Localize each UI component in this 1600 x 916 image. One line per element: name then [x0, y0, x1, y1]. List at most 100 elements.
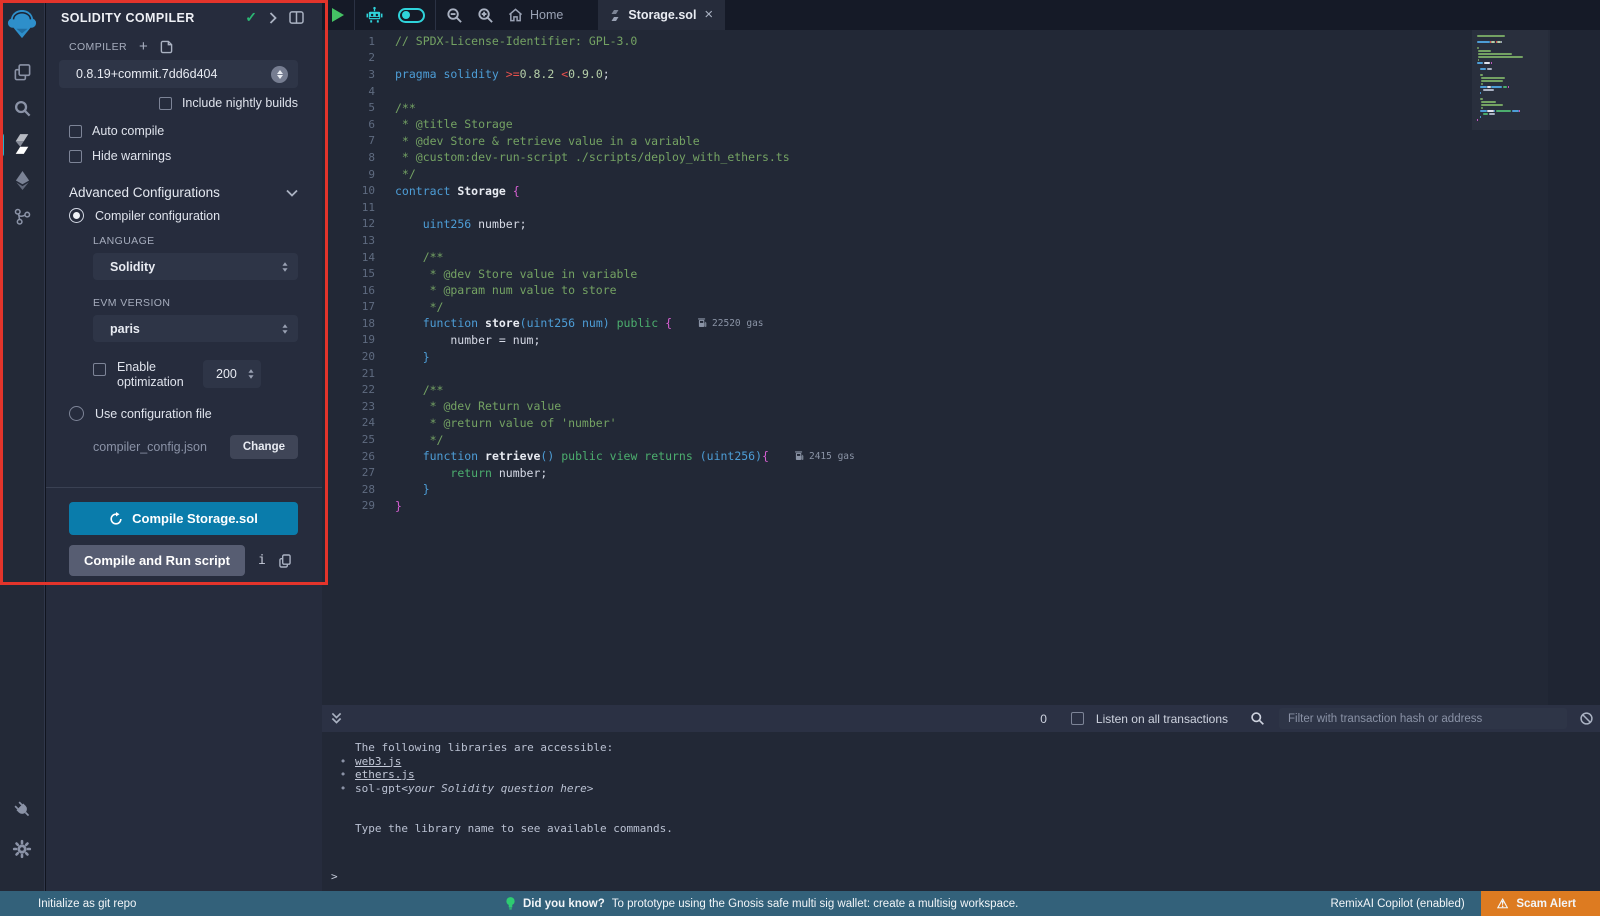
line-number: 9 — [322, 168, 375, 181]
number-stepper-icon[interactable] — [248, 369, 254, 379]
solidity-compiler-icon[interactable] — [0, 126, 45, 162]
git-init-button[interactable]: Initialize as git repo — [38, 898, 136, 910]
status-bar: Initialize as git repo Did you know? To … — [0, 891, 1600, 916]
panel-title: SOLIDITY COMPILER — [61, 11, 245, 25]
library-link[interactable]: ethers.js — [355, 768, 415, 782]
line-number: 27 — [322, 466, 375, 479]
code-line: 28 } — [322, 481, 1477, 498]
line-number: 15 — [322, 267, 375, 280]
remix-logo[interactable] — [0, 2, 45, 46]
clear-console-icon[interactable] — [1579, 711, 1594, 726]
line-number: 10 — [322, 184, 375, 197]
scam-alert-badge[interactable]: ⚠ Scam Alert — [1481, 891, 1600, 916]
select-arrows-icon — [282, 262, 288, 272]
code-line: 22 /** — [322, 381, 1477, 398]
compiler-version-select[interactable]: 0.8.19+commit.7dd6d404 — [59, 60, 298, 88]
pin-panel-icon[interactable] — [289, 11, 304, 24]
line-number: 20 — [322, 350, 375, 363]
select-arrows-icon — [282, 324, 288, 334]
code-line: 12 uint256 number; — [322, 216, 1477, 233]
add-compiler-icon[interactable]: + — [139, 42, 148, 52]
include-nightly-checkbox[interactable] — [159, 97, 172, 110]
listen-transactions-label: Listen on all transactions — [1096, 712, 1228, 726]
copilot-robot-icon[interactable] — [365, 6, 384, 25]
line-number: 7 — [322, 134, 375, 147]
optimization-runs-input[interactable]: 200 — [203, 360, 261, 388]
tab-storage-sol[interactable]: Storage.sol × — [598, 0, 725, 30]
change-config-button[interactable]: Change — [230, 435, 298, 459]
close-tab-icon[interactable]: × — [704, 9, 713, 21]
compiler-configuration-label: Compiler configuration — [95, 209, 220, 223]
run-script-play-button[interactable] — [332, 8, 344, 22]
home-tab[interactable]: Home — [508, 8, 563, 22]
compile-and-run-button[interactable]: Compile and Run script — [69, 545, 245, 576]
home-icon — [508, 8, 523, 22]
copy-icon[interactable] — [279, 554, 291, 568]
editor-area: Home Storage.sol × 1// SPDX-License-Iden… — [322, 0, 1600, 705]
minimap[interactable] — [1477, 35, 1545, 122]
copilot-status[interactable]: RemixAI Copilot (enabled) — [1330, 898, 1464, 910]
code-line: 15 * @dev Store value in variable — [322, 265, 1477, 282]
search-icon[interactable] — [0, 90, 45, 126]
code-line: 21 — [322, 365, 1477, 382]
git-icon[interactable] — [0, 198, 45, 234]
line-number: 26 — [322, 450, 375, 463]
zoom-in-icon[interactable] — [477, 7, 494, 24]
gas-estimate: 2415 gas — [795, 451, 855, 462]
auto-compile-checkbox[interactable] — [69, 125, 82, 138]
line-number: 21 — [322, 367, 375, 380]
info-icon[interactable]: i — [258, 553, 266, 568]
code-line: 23 * @dev Return value — [322, 398, 1477, 415]
language-select[interactable]: Solidity — [93, 253, 298, 280]
enable-optimization-label: Enable optimization — [117, 360, 203, 390]
library-link[interactable]: web3.js — [355, 755, 401, 769]
line-number: 23 — [322, 400, 375, 413]
recompile-icon — [109, 512, 123, 526]
code-editor[interactable]: 1// SPDX-License-Identifier: GPL-3.023pr… — [322, 30, 1600, 705]
include-nightly-label: Include nightly builds — [182, 96, 298, 110]
evm-version-select[interactable]: paris — [93, 315, 298, 342]
line-number: 14 — [322, 251, 375, 264]
terminal-prompt[interactable]: > — [331, 870, 338, 883]
file-explorer-icon[interactable] — [0, 54, 45, 90]
settings-gear-icon[interactable] — [0, 831, 45, 867]
zoom-out-icon[interactable] — [446, 7, 463, 24]
hide-warnings-label: Hide warnings — [92, 149, 171, 163]
deploy-run-icon[interactable] — [0, 162, 45, 198]
compiler-configuration-radio[interactable] — [69, 208, 84, 223]
code-line: 18 function store(uint256 num) public {2… — [322, 315, 1477, 332]
line-number: 12 — [322, 217, 375, 230]
code-line: 10contract Storage { — [322, 182, 1477, 199]
open-file-icon[interactable] — [160, 40, 173, 54]
terminal-text: The following libraries are accessible: — [331, 741, 1600, 755]
terminal-command: •sol-gpt <your Solidity question here> — [331, 782, 1600, 796]
line-number: 19 — [322, 333, 375, 346]
code-line: 1// SPDX-License-Identifier: GPL-3.0 — [322, 33, 1477, 50]
line-number: 25 — [322, 433, 375, 446]
compile-button[interactable]: Compile Storage.sol — [69, 502, 298, 535]
listen-transactions-checkbox[interactable] — [1071, 712, 1084, 725]
enable-optimization-checkbox[interactable] — [93, 363, 106, 376]
active-plugin-indicator — [0, 133, 4, 157]
hide-warnings-checkbox[interactable] — [69, 150, 82, 163]
language-value: Solidity — [110, 260, 155, 274]
copilot-toggle[interactable] — [398, 8, 425, 23]
editor-scroll-strip[interactable] — [1548, 30, 1600, 705]
advanced-configurations-toggle[interactable]: Advanced Configurations — [69, 185, 298, 200]
terminal-search-icon[interactable] — [1250, 711, 1265, 726]
line-number: 5 — [322, 101, 375, 114]
terminal-text: Type the library name to see available c… — [331, 822, 1600, 836]
use-configuration-file-label: Use configuration file — [95, 407, 212, 421]
evm-version-value: paris — [110, 322, 140, 336]
terminal[interactable]: The following libraries are accessible: •… — [322, 732, 1600, 891]
code-line: 14 /** — [322, 249, 1477, 266]
use-configuration-file-radio[interactable] — [69, 406, 84, 421]
chevron-right-icon[interactable] — [269, 12, 277, 24]
transaction-filter-input[interactable] — [1279, 708, 1567, 729]
expand-terminal-icon[interactable] — [331, 712, 342, 725]
code-line: 24 * @return value of 'number' — [322, 415, 1477, 432]
config-filename: compiler_config.json — [93, 440, 230, 454]
plugin-manager-icon[interactable] — [0, 791, 45, 827]
code-line: 9 */ — [322, 166, 1477, 183]
icon-rail — [0, 0, 45, 891]
